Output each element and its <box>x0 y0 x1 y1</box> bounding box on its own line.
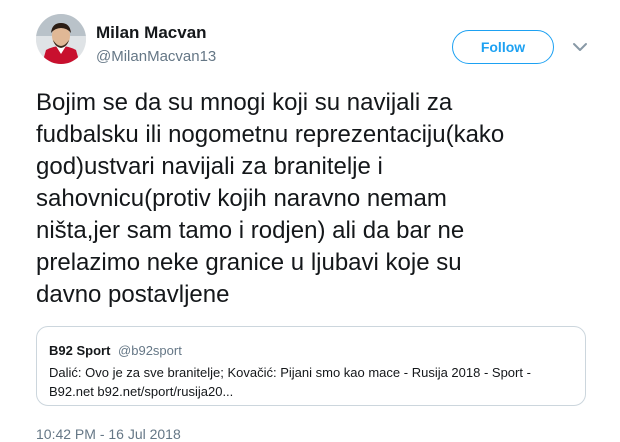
tweet-text-line: sahovnicu(protiv kojih naravno nemam <box>36 185 447 212</box>
follow-button[interactable]: Follow <box>452 30 554 64</box>
tweet-text-line: god)ustvari navijali za branitelje i <box>36 153 383 180</box>
tweet-text-line: ništa,jer sam tamo i rodjen) ali da bar … <box>36 217 465 244</box>
chevron-down-icon[interactable] <box>572 40 588 54</box>
tweet-card: Milan Macvan @MilanMacvan13 Follow Bojim… <box>0 0 620 442</box>
author-handle[interactable]: @MilanMacvan13 <box>96 48 216 65</box>
quoted-author-name: B92 Sport <box>49 343 111 358</box>
player-avatar-image <box>36 14 86 64</box>
tweet-timestamp[interactable]: 10:42 PM - 16 Jul 2018 <box>36 426 181 442</box>
tweet-text: Bojim se da su mnogi koji su navijali za… <box>36 87 576 311</box>
quoted-tweet-link: B92.net b92.net/sport/rusija20... <box>49 384 234 399</box>
quoted-author-handle: @b92sport <box>118 343 182 358</box>
author-display-name[interactable]: Milan Macvan <box>96 23 207 43</box>
quoted-tweet-header: B92 Sport @b92sport <box>49 343 182 358</box>
tweet-text-line: davno postavljene <box>36 281 230 308</box>
quoted-tweet-text: Dalić: Ovo je za sve branitelje; Kovačić… <box>49 365 531 380</box>
tweet-text-line: prelazimo neke granice u ljubavi koje su <box>36 249 462 276</box>
avatar[interactable] <box>36 14 86 64</box>
quoted-tweet-card[interactable]: B92 Sport @b92sport Dalić: Ovo je za sve… <box>36 326 586 406</box>
tweet-text-line: fudbalsku ili nogometnu reprezentaciju(k… <box>36 121 505 148</box>
tweet-text-line: Bojim se da su mnogi koji su navijali za <box>36 89 453 116</box>
